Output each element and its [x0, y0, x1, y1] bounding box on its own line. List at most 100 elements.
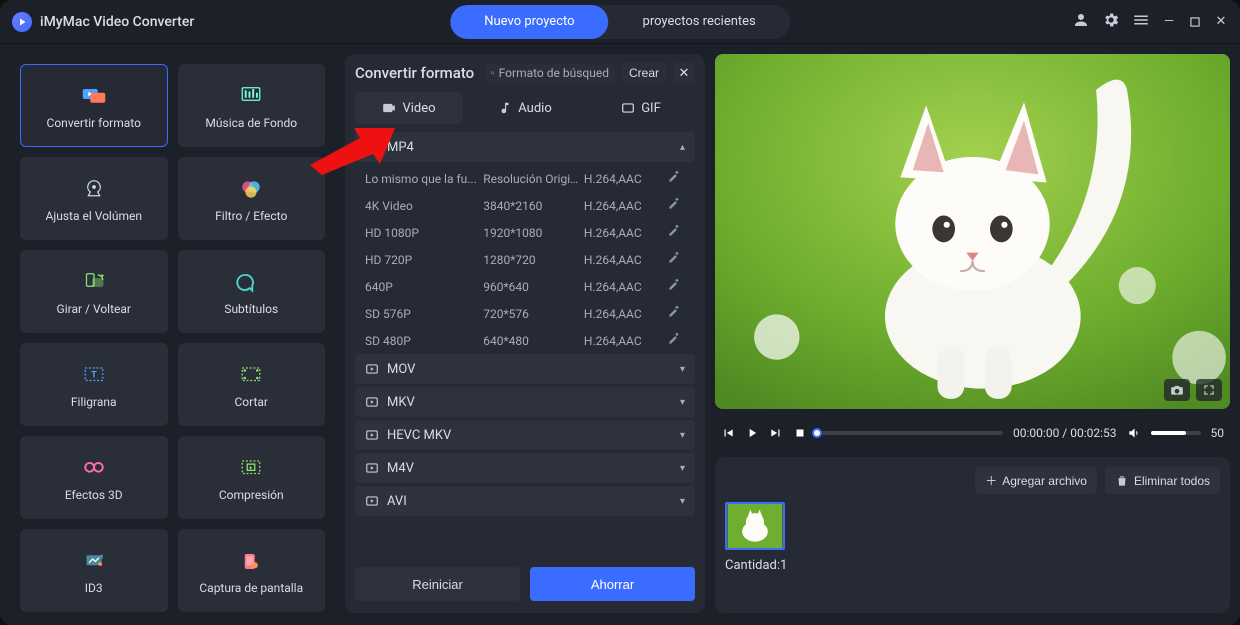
tool-cut[interactable]: Cortar — [178, 343, 326, 426]
remove-all-button[interactable]: Eliminar todos — [1105, 467, 1220, 494]
edit-preset-icon[interactable] — [667, 197, 685, 214]
window-maximize-icon[interactable] — [1188, 15, 1202, 29]
menu-icon[interactable] — [1132, 11, 1150, 33]
seek-slider[interactable] — [817, 431, 1003, 435]
tool-label: Música de Fondo — [205, 116, 297, 130]
format-group-mkv[interactable]: MKV▾ — [355, 387, 695, 417]
id3-icon — [79, 547, 109, 575]
format-icon — [365, 395, 379, 409]
reset-button[interactable]: Reiniciar — [355, 567, 520, 601]
preset-codec: H.264,AAC — [584, 253, 663, 267]
close-panel-icon[interactable]: ✕ — [673, 62, 695, 84]
video-preview[interactable] — [715, 54, 1230, 409]
format-group-label: HEVC MKV — [387, 428, 451, 443]
format-preset-row[interactable]: HD 1080P 1920*1080 H.264,AAC — [355, 219, 695, 246]
preset-codec: H.264,AAC — [584, 307, 663, 321]
tool-rotate[interactable]: Girar / Voltear — [20, 250, 168, 333]
format-group-m4v[interactable]: M4V▾ — [355, 453, 695, 483]
chevron-icon: ▾ — [680, 463, 685, 474]
format-tab-audio[interactable]: Audio — [471, 92, 579, 124]
preset-name: HD 1080P — [365, 226, 479, 240]
save-button[interactable]: Ahorrar — [530, 567, 695, 601]
format-group-mp4[interactable]: MP4▴ — [355, 132, 695, 162]
volume-slider[interactable] — [1151, 431, 1201, 435]
format-tab-video[interactable]: Video — [355, 92, 463, 124]
chevron-icon: ▾ — [680, 397, 685, 408]
tool-subtitle[interactable]: Subtítulos — [178, 250, 326, 333]
app-logo-icon — [12, 12, 32, 32]
format-group-label: AVI — [387, 494, 407, 509]
window-close-icon[interactable]: ✕ — [1214, 15, 1228, 29]
tool-id3[interactable]: ID3 — [20, 529, 168, 612]
tool-label: Filtro / Efecto — [215, 209, 287, 223]
preset-codec: H.264,AAC — [584, 334, 663, 348]
format-preset-row[interactable]: 4K Video3840*2160H.264,AAC — [355, 192, 695, 219]
tool-label: Convertir formato — [47, 116, 141, 130]
format-search-input[interactable]: Formato de búsqued — [485, 63, 615, 83]
edit-preset-icon[interactable] — [667, 170, 685, 187]
preset-resolution: 640*480 — [483, 334, 580, 348]
format-group-mov[interactable]: MOV▾ — [355, 354, 695, 384]
asset-panel: ＋ Agregar archivo Eliminar todos — [715, 457, 1230, 613]
edit-preset-icon[interactable] — [667, 332, 685, 349]
preset-codec: H.264,AAC — [584, 226, 663, 240]
next-button[interactable] — [769, 426, 783, 440]
format-group-avi[interactable]: AVI ▾ — [355, 486, 695, 516]
play-button[interactable] — [745, 426, 759, 440]
snapshot-icon[interactable] — [1164, 379, 1190, 401]
settings-icon[interactable] — [1102, 11, 1120, 33]
tool-label: Girar / Voltear — [57, 302, 131, 316]
convert-icon — [79, 82, 109, 110]
preset-name: SD 576P — [365, 307, 479, 321]
chevron-icon: ▾ — [680, 430, 685, 441]
watermark-icon: T — [79, 361, 109, 389]
asset-thumbnail[interactable] — [725, 502, 785, 550]
prev-button[interactable] — [721, 426, 735, 440]
tool-convert[interactable]: Convertir formato — [20, 64, 168, 147]
tool-music[interactable]: Música de Fondo — [178, 64, 326, 147]
stop-button[interactable] — [793, 426, 807, 440]
format-preset-row[interactable]: SD 576P 720*576 H.264,AAC — [355, 300, 695, 327]
top-tabs: Nuevo proyecto proyectos recientes — [450, 5, 790, 39]
format-preset-row[interactable]: SD 480P640*480H.264,AAC — [355, 327, 695, 354]
tool-screenshot[interactable]: Captura de pantalla — [178, 529, 326, 612]
fullscreen-icon[interactable] — [1196, 379, 1222, 401]
format-preset-row[interactable]: Lo mismo que la fu...Resolución Original… — [355, 165, 695, 192]
tab-new-project[interactable]: Nuevo proyecto — [450, 5, 608, 39]
chevron-icon: ▾ — [680, 496, 685, 507]
create-format-button[interactable]: Crear — [621, 62, 667, 84]
format-group-hevc-mkv[interactable]: HEVC MKV ▾ — [355, 420, 695, 450]
volume-icon — [79, 175, 109, 203]
tool-label: Captura de pantalla — [199, 581, 303, 595]
edit-preset-icon[interactable] — [667, 278, 685, 295]
add-file-button[interactable]: ＋ Agregar archivo — [975, 467, 1097, 494]
user-icon[interactable] — [1072, 11, 1090, 33]
preset-name: 4K Video — [365, 199, 479, 213]
format-icon — [365, 494, 379, 508]
format-icon — [365, 140, 379, 154]
volume-value: 50 — [1211, 426, 1225, 440]
sidebar: Convertir formato Música de Fondo Ajusta e… — [10, 54, 335, 613]
volume-icon[interactable] — [1127, 426, 1141, 440]
preset-codec: H.264,AAC — [584, 199, 663, 213]
tool-filter[interactable]: Filtro / Efecto — [178, 157, 326, 240]
edit-preset-icon[interactable] — [667, 224, 685, 241]
format-tab-gif[interactable]: GIF — [587, 92, 695, 124]
edit-preset-icon[interactable] — [667, 305, 685, 322]
format-group-label: MP4 — [387, 140, 414, 155]
tool-compress[interactable]: Compresión — [178, 436, 326, 519]
format-preset-row[interactable]: HD 720P1280*720H.264,AAC — [355, 246, 695, 273]
tool-watermark[interactable]: TFiligrana — [20, 343, 168, 426]
format-icon — [365, 461, 379, 475]
format-preset-row[interactable]: 640P960*640H.264,AAC — [355, 273, 695, 300]
asset-count: Cantidad:1 — [725, 558, 1220, 573]
tool-label: Ajusta el Volúmen — [46, 209, 142, 223]
player-controls: 00:00:00 / 00:02:53 50 — [715, 417, 1230, 449]
tool-volume[interactable]: Ajusta el Volúmen — [20, 157, 168, 240]
preset-resolution: 720*576 — [483, 307, 580, 321]
tab-recent-projects[interactable]: proyectos recientes — [609, 5, 790, 39]
preset-resolution: 1920*1080 — [483, 226, 580, 240]
edit-preset-icon[interactable] — [667, 251, 685, 268]
tool-effects3d[interactable]: Efectos 3D — [20, 436, 168, 519]
window-minimize-icon[interactable]: ― — [1162, 15, 1176, 29]
